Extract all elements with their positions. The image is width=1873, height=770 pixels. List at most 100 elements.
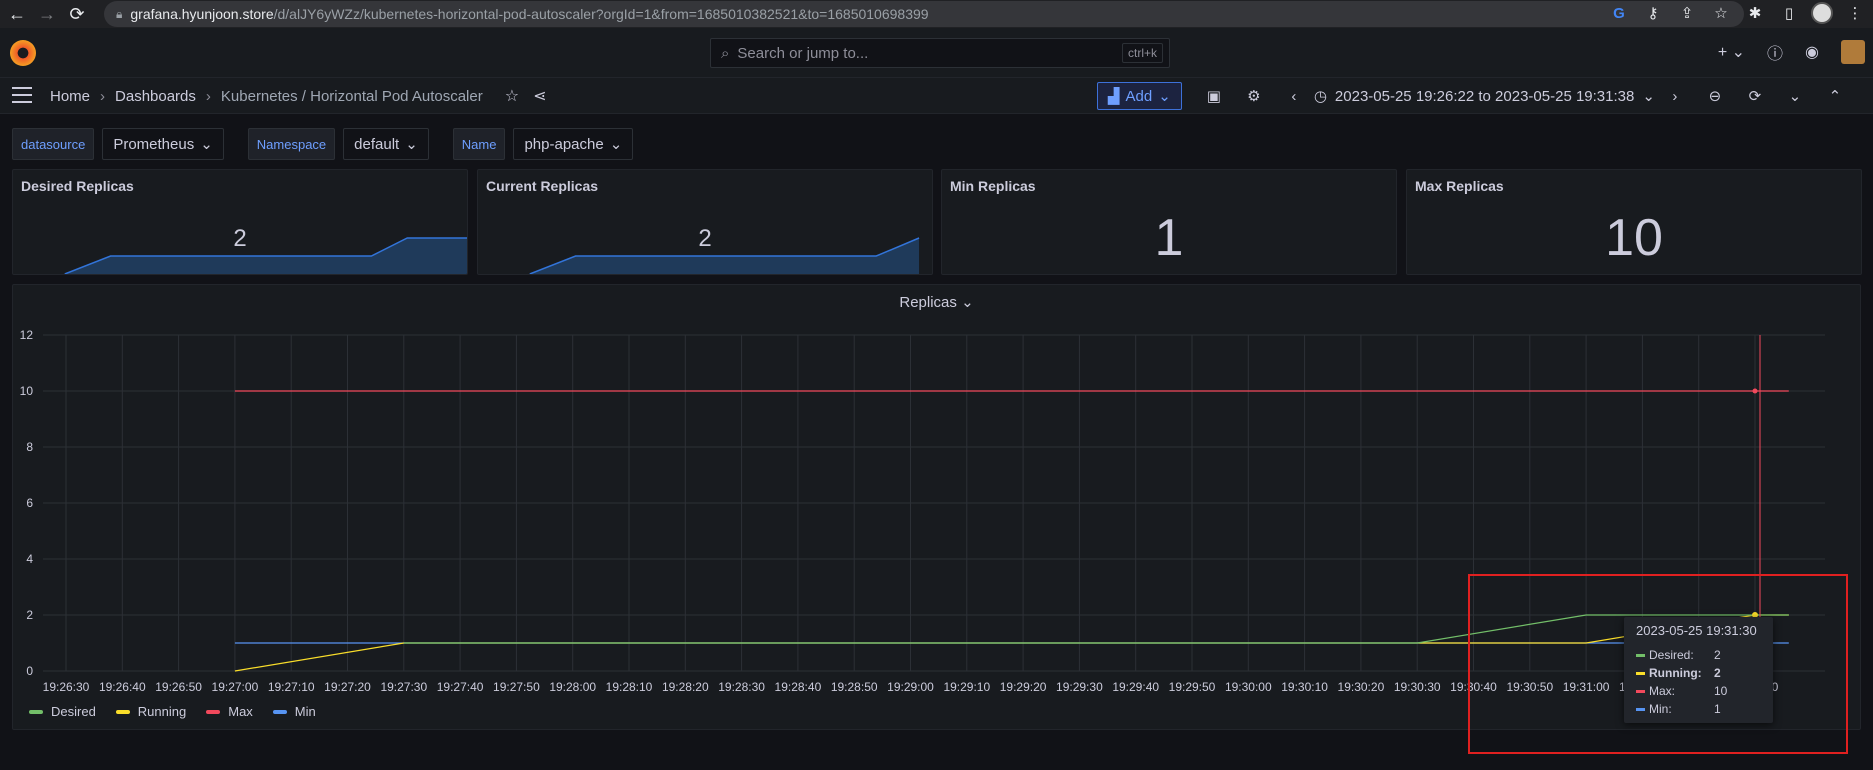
variable-value-name: php-apache <box>524 135 604 153</box>
save-icon[interactable]: ▣ <box>1194 87 1234 105</box>
y-tick-label: 2 <box>26 608 33 622</box>
news-icon[interactable]: ◉ <box>1805 42 1819 62</box>
x-tick-label: 19:29:50 <box>1169 680 1216 694</box>
stat-panel-min[interactable]: Min Replicas 1 <box>941 169 1397 275</box>
x-tick-label: 19:29:30 <box>1056 680 1103 694</box>
x-tick-label: 19:26:50 <box>155 680 202 694</box>
side-panel-icon[interactable]: ▯ <box>1777 1 1801 25</box>
chevron-down-icon: ⌄ <box>200 136 213 153</box>
chevron-right-icon: › <box>205 87 211 105</box>
legend-swatch <box>272 709 287 714</box>
x-tick-label: 19:27:20 <box>324 680 371 694</box>
legend-item-min[interactable]: Min <box>272 704 316 719</box>
bookmark-star-icon[interactable]: ☆ <box>1709 1 1733 25</box>
clock-icon: ◷ <box>1313 88 1327 105</box>
legend-item-running[interactable]: Running <box>115 704 186 719</box>
legend-label: Min <box>294 704 316 719</box>
x-tick-label: 19:26:30 <box>43 680 90 694</box>
stat-title: Desired Replicas <box>21 178 134 194</box>
google-icon[interactable]: G <box>1607 1 1631 25</box>
template-variables: datasource Prometheus ⌄ Namespace default… <box>12 128 634 160</box>
user-avatar[interactable] <box>1841 40 1865 64</box>
extensions-icon[interactable]: ✱ <box>1743 1 1767 25</box>
share-page-icon[interactable]: ⇪ <box>1675 1 1699 25</box>
stat-value: 2 <box>698 225 712 252</box>
time-forward-icon[interactable]: › <box>1655 88 1695 105</box>
legend-item-max[interactable]: Max <box>206 704 253 719</box>
variable-label-name: Name <box>452 128 506 160</box>
url-path: /d/alJY6yWZz/kubernetes-horizontal-pod-a… <box>273 6 929 22</box>
y-tick-label: 10 <box>20 384 34 398</box>
browser-menu-icon[interactable]: ⋮ <box>1843 1 1867 25</box>
x-tick-label: 19:30:20 <box>1338 680 1385 694</box>
breadcrumb-dashboards[interactable]: Dashboards <box>115 88 196 105</box>
reload-icon[interactable]: ⟳ <box>64 1 90 27</box>
time-range-label: 2023-05-25 19:26:22 to 2023-05-25 19:31:… <box>1334 87 1635 105</box>
stat-panel-desired[interactable]: Desired Replicas 2 <box>12 169 468 275</box>
key-icon[interactable]: ⚷ <box>1641 1 1665 25</box>
refresh-interval-chevron-icon[interactable]: ⌄ <box>1775 87 1815 105</box>
time-back-icon[interactable]: ‹ <box>1274 88 1314 105</box>
x-tick-label: 19:27:30 <box>380 680 427 694</box>
search-shortcut: ctrl+k <box>1121 43 1163 63</box>
chevron-down-icon: ⌄ <box>1642 88 1655 105</box>
dashboard-actions: ▟ Add ⌄ ▣ ⚙ ‹ ◷ 2023-05-25 19:26:22 to 2… <box>1097 80 1855 112</box>
x-tick-label: 19:28:40 <box>775 680 822 694</box>
star-icon[interactable]: ☆ <box>505 86 519 106</box>
x-tick-label: 19:27:40 <box>437 680 484 694</box>
refresh-icon[interactable]: ⟳ <box>1735 87 1775 105</box>
variable-value-datasource: Prometheus <box>113 135 195 153</box>
chevron-down-icon: ⌄ <box>1158 88 1171 105</box>
search-placeholder: Search or jump to... <box>737 44 869 62</box>
stat-value: 2 <box>233 225 247 252</box>
back-icon[interactable]: ← <box>4 1 30 27</box>
x-tick-label: 19:27:10 <box>268 680 315 694</box>
x-tick-label: 19:28:20 <box>662 680 709 694</box>
x-tick-label: 19:28:30 <box>718 680 765 694</box>
settings-gear-icon[interactable]: ⚙ <box>1234 87 1274 105</box>
hover-point-max <box>1752 388 1758 394</box>
add-button-label: Add <box>1125 87 1153 105</box>
grafana-topbar: ⌕ Search or jump to... ctrl+k + ⌄ ⓘ ◉ <box>0 28 1873 78</box>
url-host: grafana.hyunjoon.store <box>130 6 274 22</box>
legend-swatch <box>29 709 43 714</box>
breadcrumb-current: Kubernetes / Horizontal Pod Autoscaler <box>220 87 483 105</box>
variable-label-datasource: datasource <box>12 128 95 160</box>
search-icon: ⌕ <box>721 44 730 62</box>
x-tick-label: 19:26:40 <box>99 680 146 694</box>
share-icon[interactable]: ⋖ <box>533 86 546 106</box>
legend-item-desired[interactable]: Desired <box>29 704 96 719</box>
variable-select-name[interactable]: php-apache ⌄ <box>513 128 634 160</box>
menu-icon[interactable] <box>12 87 32 103</box>
x-tick-label: 19:27:00 <box>212 680 259 694</box>
stat-value: 1 <box>1154 209 1184 267</box>
grafana-logo-icon[interactable] <box>10 40 36 66</box>
stat-panel-max[interactable]: Max Replicas 10 <box>1406 169 1862 275</box>
time-range-picker[interactable]: ◷ 2023-05-25 19:26:22 to 2023-05-25 19:3… <box>1313 87 1655 106</box>
x-tick-label: 19:29:40 <box>1112 680 1159 694</box>
collapse-chevron-up-icon[interactable]: ⌃ <box>1815 87 1855 105</box>
search-input[interactable]: ⌕ Search or jump to... ctrl+k <box>710 38 1170 68</box>
variable-select-namespace[interactable]: default ⌄ <box>343 128 429 160</box>
stat-title: Min Replicas <box>950 178 1036 194</box>
variable-select-datasource[interactable]: Prometheus ⌄ <box>102 128 224 160</box>
help-icon[interactable]: ⓘ <box>1767 40 1783 64</box>
add-button[interactable]: ▟ Add ⌄ <box>1097 82 1182 110</box>
add-panel-icon: ▟ <box>1108 88 1120 105</box>
new-plus-icon[interactable]: + ⌄ <box>1718 42 1745 62</box>
zoom-out-icon[interactable]: ⊖ <box>1695 87 1735 105</box>
y-tick-label: 6 <box>26 496 33 510</box>
x-tick-label: 19:28:10 <box>606 680 653 694</box>
stat-value: 10 <box>1605 209 1663 267</box>
x-tick-label: 19:29:00 <box>887 680 934 694</box>
breadcrumb-home[interactable]: Home <box>50 88 90 105</box>
profile-avatar[interactable] <box>1811 2 1833 24</box>
forward-icon[interactable]: → <box>34 1 60 27</box>
highlight-annotation-box <box>1468 574 1848 754</box>
x-tick-label: 19:27:50 <box>493 680 540 694</box>
stat-title: Current Replicas <box>486 178 599 194</box>
address-bar[interactable]: 🔒︎ grafana.hyunjoon.store/d/alJY6yWZz/ku… <box>104 1 1744 27</box>
chevron-right-icon: › <box>100 87 106 105</box>
stat-panel-current[interactable]: Current Replicas 2 <box>477 169 933 275</box>
chevron-down-icon: ⌄ <box>405 136 418 153</box>
